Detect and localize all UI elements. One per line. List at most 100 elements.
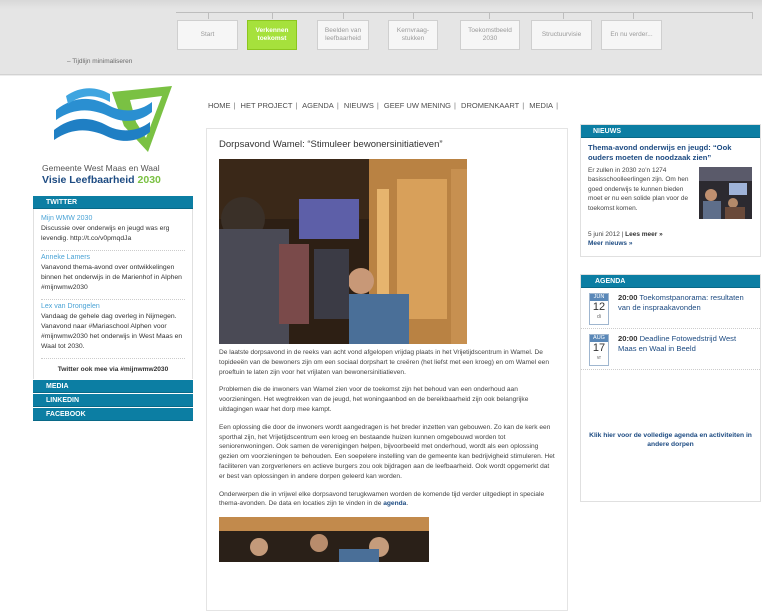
timeline-step-toekomstbeeld[interactable]: Toekomstbeeld 2030	[460, 20, 520, 50]
calendar-weekday: di	[597, 314, 601, 320]
timeline-tick	[752, 12, 753, 19]
tweet-list: Mijn WMW 2030 Discussie over onderwijs e…	[33, 209, 193, 379]
more-news-link[interactable]: Meer nieuws »	[581, 238, 760, 249]
full-agenda-link[interactable]: Klik hier voor de volledige agenda en ac…	[581, 431, 760, 449]
event-time: 20:00	[618, 293, 638, 302]
calendar-weekday: vr	[596, 355, 602, 361]
page: Gemeente West Maas en Waal Visie Leefbaa…	[0, 76, 762, 611]
twitter-follow-link[interactable]: Twitter ook mee via #mijnwmw2030	[41, 359, 185, 379]
timeline-step-en-nu-verder[interactable]: En nu verder...	[601, 20, 662, 50]
tweet-author[interactable]: Lex van Drongelen	[41, 303, 185, 310]
project-title-text: Visie Leefbaarheid	[42, 174, 135, 186]
timeline-step-start[interactable]: Start	[177, 20, 238, 50]
org-name: Gemeente West Maas en Waal	[42, 163, 160, 173]
nav-nieuws[interactable]: NIEUWS	[344, 101, 374, 110]
calendar-day: 17	[592, 342, 606, 354]
timeline-step-structuurvisie[interactable]: Structuurvisie	[531, 20, 592, 50]
event-time: 20:00	[618, 334, 638, 343]
timeline-step-kernvraagstukken[interactable]: Kernvraag-stukken	[388, 20, 438, 50]
article-paragraph: Problemen die de inwoners van Wamel zien…	[219, 386, 529, 413]
news-text: Er zullen in 2030 zo’n 1274 basisschooll…	[588, 167, 689, 212]
news-block: NIEUWS Thema-avond onderwijs en jeugd: “…	[580, 124, 761, 257]
article-paragraph-last: Onderwerpen die in vrijwel elke dorpsavo…	[219, 490, 555, 510]
news-body: Er zullen in 2030 zo’n 1274 basisschooll…	[581, 166, 760, 230]
calendar-month: AUG	[590, 335, 608, 342]
timeline-bar: Start Verkennen toekomst Beelden van lee…	[0, 0, 762, 75]
article-paragraph: De laatste dorpsavond in de reeks van ac…	[219, 349, 549, 376]
event-text: 20:00 Deadline Fotowedstrijd West Maas e…	[618, 334, 752, 354]
timeline-minimize-link[interactable]: – Tijdlijn minimaliseren	[67, 58, 132, 65]
calendar-icon: JUN 12 di	[589, 293, 609, 325]
news-date: 5 juni 2012	[588, 231, 620, 238]
timeline-step-beelden[interactable]: Beelden van leefbaarheid	[317, 20, 369, 50]
article-paragraph-text: Onderwerpen die in vrijwel elke dorpsavo…	[219, 490, 545, 508]
tweet-text: Discussie over onderwijs en jeugd was er…	[41, 225, 170, 242]
article-paragraph-end: .	[406, 500, 409, 508]
nav-home[interactable]: HOME	[208, 101, 231, 110]
tweet-text: Vanavond thema-avond over ontwikkelingen…	[41, 264, 182, 291]
nav-separator: |	[295, 101, 298, 110]
left-sidebar: TWITTER Mijn WMW 2030 Discussie over ond…	[33, 196, 193, 421]
article-title: Dorpsavond Wamel: “Stimuleer bewonersini…	[219, 139, 443, 150]
news-title[interactable]: Thema-avond onderwijs en jeugd: “Ook oud…	[581, 138, 760, 166]
timeline-tick	[489, 12, 490, 19]
agenda-link[interactable]: agenda	[383, 500, 406, 507]
timeline-step-verkennen-toekomst[interactable]: Verkennen toekomst	[247, 20, 297, 50]
timeline-tick	[272, 12, 273, 19]
nav-separator: |	[233, 101, 236, 110]
timeline-top-strip	[0, 0, 762, 9]
project-title: Visie Leefbaarheid 2030	[42, 174, 161, 186]
timeline-tick	[633, 12, 634, 19]
news-photo[interactable]	[699, 167, 752, 219]
timeline-line	[176, 12, 753, 13]
nav-separator: |	[522, 101, 525, 110]
municipality-logo[interactable]	[52, 82, 184, 154]
agenda-header[interactable]: AGENDA	[581, 275, 760, 288]
event-text: 20:00 Toekomstpanorama: resultaten van d…	[618, 293, 752, 313]
agenda-event[interactable]: AUG 17 vr 20:00 Deadline Fotowedstrijd W…	[581, 329, 760, 370]
tweet-item: Anneke Lamers Vanavond thema-avond over …	[41, 251, 185, 300]
news-read-more[interactable]: Lees meer »	[625, 231, 663, 238]
tweet-item: Mijn WMW 2030 Discussie over onderwijs e…	[41, 212, 185, 251]
calendar-day: 12	[592, 301, 606, 313]
article-photo	[219, 159, 467, 344]
news-date-line: 5 juni 2012 | Lees meer »	[588, 231, 663, 238]
event-title[interactable]: Toekomstpanorama: resultaten van de insp…	[618, 293, 744, 312]
nav-separator: |	[454, 101, 456, 110]
article-photo-second	[219, 517, 429, 563]
tweet-author[interactable]: Mijn WMW 2030	[41, 215, 185, 222]
nav-het-project[interactable]: HET PROJECT	[241, 101, 293, 110]
calendar-icon: AUG 17 vr	[589, 334, 609, 366]
news-photo-image	[699, 167, 752, 219]
nav-separator: |	[556, 101, 559, 110]
nav-separator: |	[336, 101, 339, 110]
article-photo-image	[219, 159, 467, 344]
agenda-event[interactable]: JUN 12 di 20:00 Toekomstpanorama: result…	[581, 288, 760, 329]
nav-dromenkaart[interactable]: DROMENKAART	[461, 101, 519, 110]
nav-agenda[interactable]: AGENDA	[302, 101, 334, 110]
news-header[interactable]: NIEUWS	[581, 125, 760, 138]
media-block-header[interactable]: MEDIA	[33, 380, 193, 393]
linkedin-block-header[interactable]: LINKEDIN	[33, 394, 193, 407]
right-sidebar: NIEUWS Thema-avond onderwijs en jeugd: “…	[580, 124, 761, 502]
article-paragraph: Een oplossing die door de inwoners wordt…	[219, 423, 555, 480]
timeline-tick	[208, 12, 209, 19]
agenda-block: AGENDA JUN 12 di 20:00 Toekomstpanorama:…	[580, 274, 761, 502]
logo-graphic	[54, 86, 172, 152]
tweet-item: Lex van Drongelen Vandaag de gehele dag …	[41, 300, 185, 359]
facebook-block-header[interactable]: FACEBOOK	[33, 408, 193, 421]
tweet-text: Vandaag de gehele dag overleg in Nijmege…	[41, 313, 183, 350]
tweet-author[interactable]: Anneke Lamers	[41, 254, 185, 261]
top-navigation: HOME | HET PROJECT | AGENDA | NIEUWS | GEEF …	[208, 101, 561, 110]
article: Dorpsavond Wamel: “Stimuleer bewonersini…	[206, 128, 568, 611]
article-photo-second-image	[219, 517, 429, 563]
calendar-month: JUN	[590, 294, 608, 301]
twitter-header[interactable]: TWITTER	[33, 196, 193, 209]
timeline-tick	[563, 12, 564, 19]
timeline-tick	[413, 12, 414, 19]
nav-separator: |	[376, 101, 379, 110]
nav-media[interactable]: MEDIA	[529, 101, 553, 110]
timeline-tick	[343, 12, 344, 19]
nav-geef-uw-mening[interactable]: GEEF UW MENING	[384, 101, 451, 110]
project-title-year: 2030	[137, 174, 161, 186]
